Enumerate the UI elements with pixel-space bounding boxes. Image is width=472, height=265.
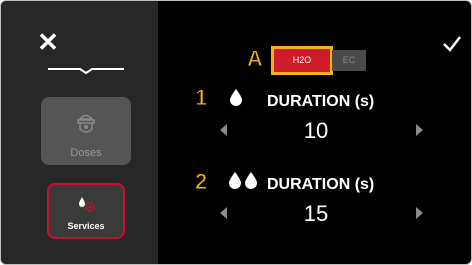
single-drop-icon [230, 89, 242, 106]
confirm-check-icon[interactable] [441, 33, 463, 55]
sidebar-item-label: Services [67, 221, 105, 231]
duration-2-label: DURATION (s) [267, 176, 375, 193]
sidebar-item-doses[interactable]: Doses [41, 97, 131, 165]
sidebar: ✕ Doses Services [1, 1, 158, 264]
sidebar-item-services[interactable]: Services [47, 183, 125, 239]
sidebar-divider [48, 68, 124, 75]
h2o-toggle-button[interactable]: H2O [271, 46, 333, 75]
drop-gear-icon [49, 195, 123, 218]
sidebar-item-label: Doses [70, 147, 102, 159]
duration-1-value: 10 [303, 118, 329, 143]
doser-icon [41, 111, 131, 142]
increase-duration-1-button[interactable] [416, 124, 423, 136]
double-drop-icon [229, 172, 257, 189]
increase-duration-2-button[interactable] [416, 207, 423, 219]
ec-toggle-button[interactable]: EC [332, 50, 366, 71]
duration-2-value: 15 [303, 201, 329, 226]
app-frame: ✕ Doses Services A H2O EC 1 DURATION (s)… [0, 0, 472, 265]
decrease-duration-1-button[interactable] [220, 124, 227, 136]
callout-marker-2: 2 [194, 169, 208, 195]
mode-toggle: H2O EC [270, 45, 370, 75]
callout-marker-1: 1 [194, 85, 208, 111]
callout-marker-a: A [247, 46, 264, 72]
decrease-duration-2-button[interactable] [220, 207, 227, 219]
duration-1-label: DURATION (s) [267, 93, 375, 110]
close-icon[interactable]: ✕ [35, 29, 61, 55]
